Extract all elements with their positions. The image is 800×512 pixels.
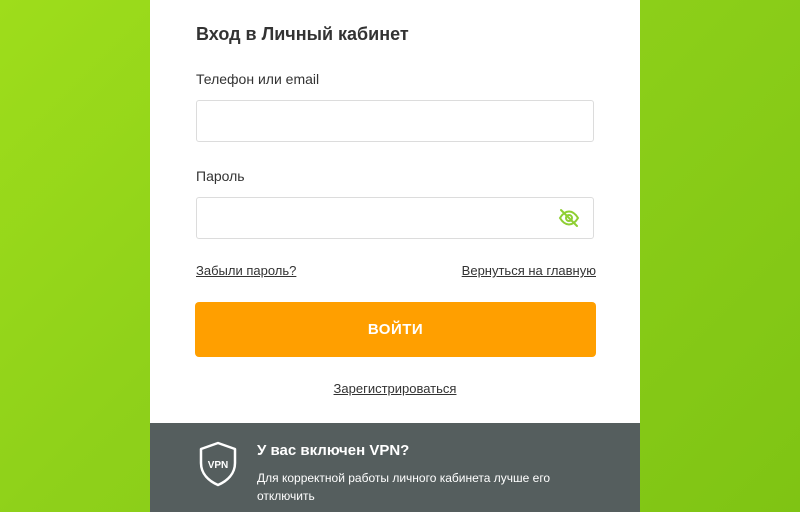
login-input[interactable] xyxy=(196,100,594,142)
login-card: Вход в Личный кабинет Телефон или email … xyxy=(150,0,640,512)
vpn-notice-text: Для корректной работы личного кабинета л… xyxy=(257,471,551,503)
password-input[interactable] xyxy=(196,197,594,239)
login-button[interactable]: ВОЙТИ xyxy=(195,302,596,357)
vpn-shield-icon: VPN xyxy=(198,441,238,487)
page-title: Вход в Личный кабинет xyxy=(196,24,409,44)
login-label: Телефон или email xyxy=(196,71,320,87)
register-link[interactable]: Зарегистрироваться xyxy=(334,381,457,396)
eye-off-icon[interactable] xyxy=(558,208,580,228)
vpn-notice: VPN У вас включен VPN? Для корректной ра… xyxy=(150,423,640,512)
password-label: Пароль xyxy=(196,168,245,184)
back-to-home-link[interactable]: Вернуться на главную xyxy=(462,263,596,278)
register-row: Зарегистрироваться xyxy=(150,381,640,396)
vpn-notice-title: У вас включен VPN? xyxy=(257,442,410,459)
vpn-icon-text: VPN xyxy=(208,460,229,471)
forgot-password-link[interactable]: Забыли пароль? xyxy=(196,263,296,278)
